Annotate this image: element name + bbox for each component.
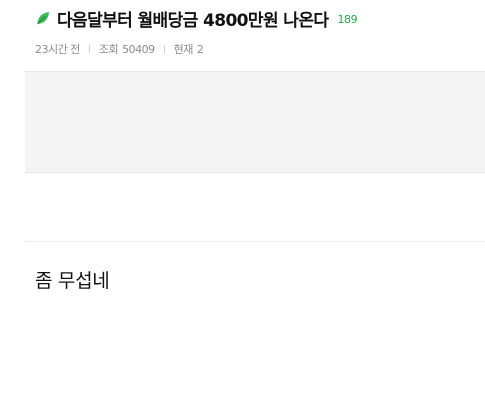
post-body: 좀 무섭네: [35, 270, 110, 292]
views-count: 50409: [122, 42, 155, 56]
content-divider: [25, 241, 485, 242]
post-title-row: 다음달부터 월배당금 4800만원 나온다 189: [35, 6, 358, 31]
meta-separator: [88, 45, 90, 53]
current-count: 2: [196, 42, 204, 56]
leaf-icon: [35, 10, 51, 26]
post-meta: 23시간 전 조회 50409 현재 2: [35, 41, 204, 57]
current-label: 현재: [173, 43, 194, 56]
post-view: 다음달부터 월배당금 4800만원 나온다 189 23시간 전 조회 5040…: [0, 0, 485, 420]
embed-area: [25, 71, 485, 173]
views-label: 조회: [98, 43, 119, 56]
post-title: 다음달부터 월배당금 4800만원 나온다: [57, 10, 329, 31]
post-time: 23시간 전: [35, 43, 80, 56]
meta-separator: [163, 45, 165, 53]
comment-count[interactable]: 189: [337, 13, 357, 26]
